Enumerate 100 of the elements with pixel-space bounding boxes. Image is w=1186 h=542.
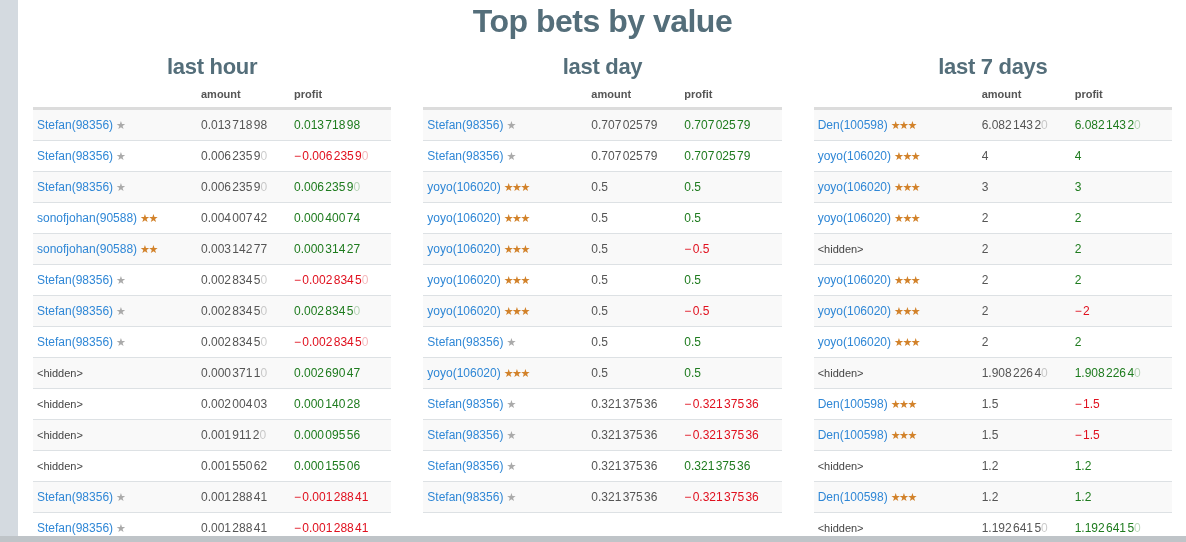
page-title: Top bets by value bbox=[472, 2, 733, 40]
hidden-user: <hidden> bbox=[37, 460, 83, 472]
username-link[interactable]: Stefan(98356) bbox=[427, 428, 504, 442]
hidden-user: <hidden> bbox=[37, 429, 83, 441]
amount-cell-text: 0.321 375 36 bbox=[590, 397, 659, 411]
rank-stars: ★ bbox=[506, 150, 515, 162]
username-link[interactable]: Stefan(98356) bbox=[37, 273, 114, 287]
rank-stars: ★ bbox=[506, 119, 515, 131]
username-link[interactable]: Stefan(98356) bbox=[427, 118, 504, 132]
username-link[interactable]: Den(100598) bbox=[817, 397, 888, 411]
hidden-user: <hidden> bbox=[817, 243, 864, 255]
username-link[interactable]: sonofjohan(90588) bbox=[37, 211, 138, 225]
username-link[interactable]: Stefan(98356) bbox=[427, 490, 504, 504]
amount-cell-text: 0.002 834 50 bbox=[200, 335, 269, 349]
profit-cell-text: 0.707 025 79 bbox=[683, 118, 752, 132]
rank-stars: ★ bbox=[116, 181, 125, 193]
column-header: profit bbox=[293, 88, 324, 100]
rank-stars: ★★★ bbox=[503, 243, 529, 255]
rank-stars: ★ bbox=[116, 522, 125, 534]
username-link[interactable]: Den(100598) bbox=[817, 428, 888, 442]
username-link[interactable]: yoyo(106020) bbox=[427, 273, 501, 287]
amount-cell-text: 2 bbox=[980, 304, 990, 318]
username-link[interactable]: yoyo(106020) bbox=[427, 211, 501, 225]
username-link[interactable]: yoyo(106020) bbox=[427, 180, 501, 194]
profit-cell-text: − 0.001 288 41 bbox=[293, 490, 370, 504]
profit-cell-text: 0.5 bbox=[683, 211, 702, 225]
profit-cell-text: − 0.002 834 50 bbox=[293, 335, 370, 349]
username-link[interactable]: Stefan(98356) bbox=[427, 397, 504, 411]
username-link[interactable]: Stefan(98356) bbox=[37, 335, 114, 349]
amount-cell-text: 2 bbox=[980, 335, 990, 349]
profit-cell-text: 2 bbox=[1073, 335, 1083, 349]
username-link[interactable]: Stefan(98356) bbox=[427, 459, 504, 473]
username-link[interactable]: yoyo(106020) bbox=[817, 273, 892, 287]
rank-stars: ★★★ bbox=[503, 367, 529, 379]
username-link[interactable]: yoyo(106020) bbox=[427, 304, 501, 318]
profit-cell-text: 2 bbox=[1073, 242, 1083, 256]
username-link[interactable]: yoyo(106020) bbox=[427, 366, 501, 380]
username-link[interactable]: Stefan(98356) bbox=[37, 521, 114, 535]
profit-cell-text: 2 bbox=[1073, 211, 1083, 225]
amount-cell-text: 0.000 371 10 bbox=[200, 366, 269, 380]
profit-cell-text: − 0.006 235 90 bbox=[293, 149, 370, 163]
username-link[interactable]: Stefan(98356) bbox=[37, 149, 114, 163]
amount-cell-text: 0.006 235 90 bbox=[200, 149, 269, 163]
profit-cell-text: − 0.002 834 50 bbox=[293, 273, 370, 287]
profit-cell-text: 0.000 314 27 bbox=[293, 242, 362, 256]
rank-stars: ★★★ bbox=[894, 336, 920, 348]
username-link[interactable]: Stefan(98356) bbox=[37, 490, 114, 504]
profit-cell-text: 1.2 bbox=[1073, 459, 1093, 473]
section-title: last day bbox=[562, 54, 643, 80]
username-link[interactable]: Den(100598) bbox=[817, 490, 888, 504]
username-link[interactable]: Stefan(98356) bbox=[37, 304, 114, 318]
rank-stars: ★★★ bbox=[890, 429, 916, 441]
amount-cell-text: 0.321 375 36 bbox=[590, 459, 659, 473]
amount-cell-text: 0.002 834 50 bbox=[200, 273, 269, 287]
profit-cell-text: 1.908 226 40 bbox=[1073, 366, 1142, 380]
column-header: profit bbox=[1073, 88, 1104, 100]
username-link[interactable]: sonofjohan(90588) bbox=[37, 242, 138, 256]
rank-stars: ★ bbox=[116, 274, 125, 286]
username-link[interactable]: Stefan(98356) bbox=[37, 180, 114, 194]
amount-cell-text: 2 bbox=[980, 273, 990, 287]
username-link[interactable]: yoyo(106020) bbox=[817, 335, 892, 349]
amount-cell-text: 6.082 143 20 bbox=[980, 118, 1049, 132]
rank-stars: ★ bbox=[116, 119, 125, 131]
rank-stars: ★★★ bbox=[503, 212, 529, 224]
rank-stars: ★★ bbox=[140, 243, 157, 255]
amount-cell-text: 0.5 bbox=[590, 304, 609, 318]
profit-cell-text: − 1.5 bbox=[1073, 397, 1101, 411]
profit-cell-text: 0.000 400 74 bbox=[293, 211, 362, 225]
hidden-user: <hidden> bbox=[817, 460, 864, 472]
username-link[interactable]: yoyo(106020) bbox=[817, 304, 892, 318]
username-link[interactable]: yoyo(106020) bbox=[427, 242, 501, 256]
profit-cell-text: 3 bbox=[1073, 180, 1083, 194]
amount-cell-text: 0.5 bbox=[590, 242, 609, 256]
profit-cell-text: − 1.5 bbox=[1073, 428, 1101, 442]
profit-cell-text: − 2 bbox=[1073, 304, 1091, 318]
amount-cell-text: 0.5 bbox=[590, 273, 609, 287]
amount-cell-text: 1.2 bbox=[980, 459, 1000, 473]
profit-cell-text: 0.000 140 28 bbox=[293, 397, 362, 411]
rank-stars: ★ bbox=[116, 336, 125, 348]
amount-cell-text: 0.004 007 42 bbox=[200, 211, 269, 225]
username-link[interactable]: yoyo(106020) bbox=[817, 180, 892, 194]
rank-stars: ★★★ bbox=[890, 398, 916, 410]
column-header: profit bbox=[683, 88, 714, 100]
username-link[interactable]: Stefan(98356) bbox=[427, 335, 504, 349]
amount-cell-text: 0.002 004 03 bbox=[200, 397, 269, 411]
rank-stars: ★★★ bbox=[894, 181, 920, 193]
profit-cell-text: 1.2 bbox=[1073, 490, 1093, 504]
username-link[interactable]: Den(100598) bbox=[817, 118, 888, 132]
username-link[interactable]: Stefan(98356) bbox=[427, 149, 504, 163]
username-link[interactable]: Stefan(98356) bbox=[37, 118, 114, 132]
profit-cell-text: − 0.5 bbox=[683, 242, 711, 256]
username-link[interactable]: yoyo(106020) bbox=[817, 149, 892, 163]
amount-cell-text: 0.321 375 36 bbox=[590, 490, 659, 504]
rank-stars: ★★★ bbox=[894, 305, 920, 317]
profit-cell-text: 4 bbox=[1073, 149, 1083, 163]
amount-cell-text: 4 bbox=[980, 149, 990, 163]
column-header: amount bbox=[980, 88, 1023, 100]
profit-cell-text: 0.707 025 79 bbox=[683, 149, 752, 163]
rank-stars: ★★★ bbox=[503, 305, 529, 317]
username-link[interactable]: yoyo(106020) bbox=[817, 211, 892, 225]
